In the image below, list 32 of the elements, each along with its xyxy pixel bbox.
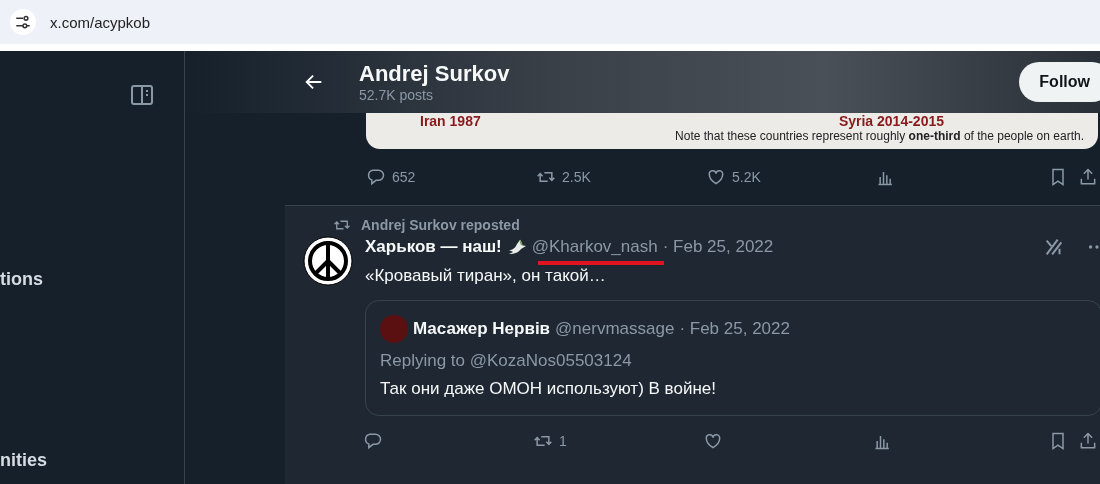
share-icon[interactable]: [1078, 431, 1098, 451]
nav-item[interactable]: nities: [0, 450, 47, 471]
action-count: 1: [559, 433, 567, 449]
author-handle[interactable]: @nervmassage: [555, 319, 675, 339]
reply-icon[interactable]: [366, 167, 386, 187]
image-caption: Syria 2014-2015: [838, 113, 944, 129]
action-count: 652: [392, 169, 416, 185]
replying-to-text: Replying to @KozaNos05503124: [380, 351, 633, 371]
post-text: Так они даже ОМОН используют) В войне!: [380, 379, 717, 399]
reply-icon[interactable]: [363, 431, 383, 451]
post-text: «Кровавый тиран», он такой…: [365, 266, 607, 286]
post-date[interactable]: · Feb 25, 2022: [662, 237, 774, 257]
image-note: Note that these countries represent roughly one-third of the people on earth.: [675, 129, 1084, 143]
url-text[interactable]: x.com/acypkob: [50, 13, 151, 31]
repost-label: Andrej Surkov reposted: [361, 217, 520, 233]
author-name[interactable]: Харьков — наш!: [365, 237, 502, 257]
heart-icon[interactable]: [706, 167, 726, 187]
author-name[interactable]: Масажер Нервів: [413, 319, 551, 339]
nav-item[interactable]: tions: [0, 269, 43, 290]
panel-icon[interactable]: [131, 85, 153, 105]
peace-sign-avatar[interactable]: [303, 236, 353, 286]
action-count: 2.5K: [562, 169, 591, 185]
post-count: 52.7K posts: [359, 87, 434, 103]
heart-icon[interactable]: [703, 431, 723, 451]
follow-button[interactable]: Follow: [1019, 62, 1100, 102]
share-icon[interactable]: [1078, 167, 1098, 187]
profile-name: Andrej Surkov: [359, 61, 511, 87]
action-count: 5.2K: [732, 169, 761, 185]
site-settings-icon[interactable]: [14, 13, 32, 31]
post-date[interactable]: · Feb 25, 2022: [679, 319, 790, 339]
author-handle[interactable]: @Kharkov_nash: [531, 237, 658, 256]
image-caption: Iran 1987: [420, 113, 481, 129]
